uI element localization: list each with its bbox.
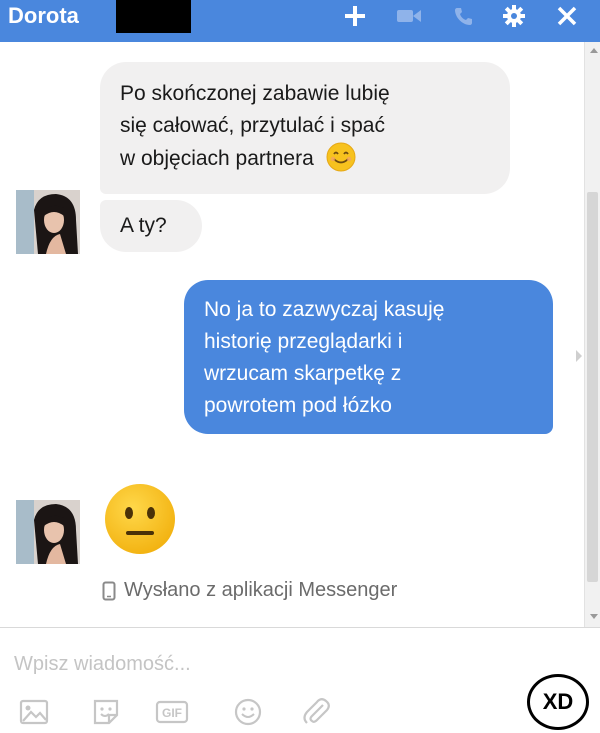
scrollbar[interactable] xyxy=(576,42,600,627)
redaction-bar xyxy=(116,0,191,33)
photo-icon[interactable] xyxy=(14,695,54,729)
contact-avatar[interactable] xyxy=(16,500,80,564)
emoji-icon[interactable] xyxy=(228,695,268,729)
gif-label: GIF xyxy=(162,706,182,720)
close-icon[interactable] xyxy=(550,0,584,32)
contact-avatar[interactable] xyxy=(16,190,80,254)
incoming-message-bubble: Po skończonej zabawie lubię się całować,… xyxy=(100,62,510,194)
message-line: No ja to zazwyczaj kasuję xyxy=(204,298,445,321)
gear-icon[interactable] xyxy=(497,0,531,32)
plus-icon[interactable] xyxy=(338,0,372,32)
message-line-with-emoji: w objęciach partnera xyxy=(120,142,490,175)
contact-name[interactable]: Dorota xyxy=(8,2,79,30)
sent-via-label: Wysłano z aplikacji Messenger xyxy=(102,579,397,602)
scroll-up-arrow[interactable] xyxy=(590,48,598,53)
mobile-phone-icon xyxy=(102,581,116,600)
message-line: historię przeglądarki i xyxy=(204,330,403,353)
outgoing-message-bubble: No ja to zazwyczaj kasuję historię przeg… xyxy=(184,280,553,434)
gif-icon[interactable]: GIF xyxy=(152,695,192,729)
message-text: A ty? xyxy=(120,214,167,237)
paperclip-icon[interactable] xyxy=(296,695,336,729)
message-line: w objęciach partnera xyxy=(120,147,314,170)
sticker-icon[interactable] xyxy=(86,695,126,729)
incoming-message-bubble: A ty? xyxy=(100,200,202,252)
xd-watermark-stamp: XD xyxy=(527,674,589,730)
scrollbar-thumb[interactable] xyxy=(587,192,598,582)
phone-icon[interactable] xyxy=(446,0,480,32)
message-line: się całować, przytulać i spać xyxy=(120,114,385,137)
message-line: Po skończonej zabawie lubię xyxy=(120,82,390,105)
message-line: powrotem pod łózko xyxy=(204,394,392,417)
chat-header: Dorota xyxy=(0,0,600,42)
sent-via-text: Wysłano z aplikacji Messenger xyxy=(124,579,398,601)
scroll-down-arrow[interactable] xyxy=(590,614,598,619)
video-camera-icon[interactable] xyxy=(392,0,426,32)
message-input[interactable] xyxy=(14,646,514,682)
smiling-face-icon xyxy=(326,142,356,172)
message-line: wrzucam skarpetkę z xyxy=(204,362,402,385)
collapse-arrow-icon[interactable] xyxy=(576,350,582,362)
neutral-face-icon xyxy=(105,484,175,554)
